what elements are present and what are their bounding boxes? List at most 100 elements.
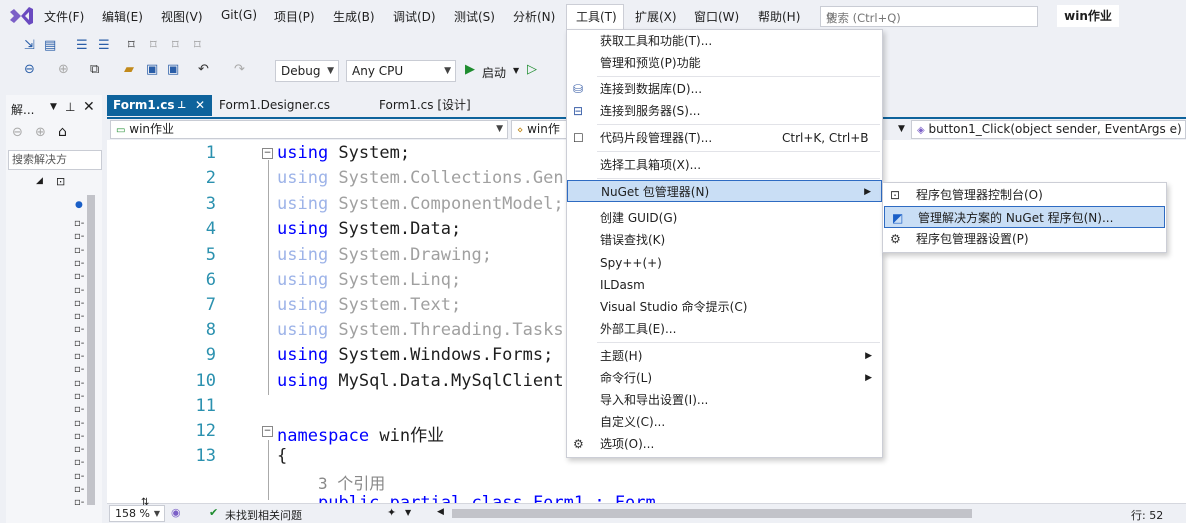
- menu-view[interactable]: 视图(V): [161, 8, 203, 25]
- start-play-icon[interactable]: ▶: [465, 62, 475, 78]
- scroll-left-icon[interactable]: ◀: [437, 507, 444, 517]
- menu-item-nuget[interactable]: NuGet 包管理器(N) ▶: [567, 180, 882, 202]
- tree-node-icon[interactable]: ▫-: [74, 431, 84, 442]
- tree-node-icon[interactable]: ▫-: [74, 391, 84, 402]
- menu-item-package-manager-console[interactable]: ⊡ 程序包管理器控制台(O): [883, 184, 1166, 206]
- chevron-down-icon[interactable]: ▼: [898, 124, 905, 134]
- codelens-references[interactable]: 3 个引用: [318, 470, 385, 494]
- new-project-icon[interactable]: ⧉: [90, 62, 99, 78]
- menu-analyze[interactable]: 分析(N): [513, 8, 555, 25]
- menu-item-ildasm[interactable]: ILDasm: [567, 274, 882, 296]
- configuration-select[interactable]: Debug ▼: [275, 60, 339, 82]
- bookmark-icon[interactable]: ⌑: [128, 38, 135, 54]
- back-icon[interactable]: ⊖: [12, 125, 23, 140]
- search-input[interactable]: 搜索 (Ctrl+Q) ⚲: [820, 6, 1038, 27]
- tree-node-icon[interactable]: ▫-: [74, 497, 84, 508]
- menu-build[interactable]: 生成(B): [333, 8, 375, 25]
- chevron-down-icon[interactable]: ▼: [405, 508, 411, 517]
- prev-bookmark-icon[interactable]: ⌑: [150, 38, 157, 54]
- platform-select[interactable]: Any CPU ▼: [346, 60, 456, 82]
- tree-node-icon[interactable]: ▫-: [74, 338, 84, 349]
- pin-icon[interactable]: ⊥: [177, 95, 186, 116]
- tree-node-icon[interactable]: ▫-: [74, 271, 84, 282]
- menu-tools[interactable]: 工具(T): [576, 8, 617, 25]
- start-without-debug-icon[interactable]: ▷: [527, 62, 537, 78]
- panel-menu-icon[interactable]: ▼: [50, 102, 57, 112]
- tree-node-icon[interactable]: ▫-: [74, 364, 84, 375]
- bookmark-list-icon[interactable]: ▤: [44, 38, 56, 54]
- menu-help[interactable]: 帮助(H): [758, 8, 800, 25]
- code-cleanup-icon[interactable]: ✦: [387, 506, 396, 519]
- class-nav-select[interactable]: ⋄ win作: [511, 120, 567, 139]
- close-icon[interactable]: ✕: [83, 99, 95, 115]
- menu-item-get-tools[interactable]: 获取工具和功能(T)...: [567, 30, 882, 52]
- left-scrollbar[interactable]: [87, 195, 95, 505]
- tree-node-icon[interactable]: ▫-: [74, 444, 84, 455]
- project-nav-select[interactable]: ▭ win作业 ▼: [110, 120, 508, 139]
- menu-item-customize[interactable]: 自定义(C)...: [567, 411, 882, 433]
- copilot-icon[interactable]: ◉: [171, 506, 181, 519]
- menu-item-manage-preview[interactable]: 管理和预览(P)功能: [567, 52, 882, 74]
- outdent-icon[interactable]: ☰: [98, 38, 110, 54]
- menu-item-connect-server[interactable]: ⊟ 连接到服务器(S)...: [567, 100, 882, 122]
- zoom-select[interactable]: 158 % ▼: [109, 505, 165, 522]
- save-icon[interactable]: ▣: [146, 62, 158, 78]
- menu-item-vs-command-prompt[interactable]: Visual Studio 命令提示(C): [567, 296, 882, 318]
- menu-extensions[interactable]: 扩展(X): [635, 8, 677, 25]
- collapse-icon[interactable]: −: [262, 426, 273, 437]
- menu-item-spy[interactable]: Spy++(+): [567, 252, 882, 274]
- tree-node-icon[interactable]: ▫-: [74, 351, 84, 362]
- forward-icon[interactable]: ⊕: [35, 125, 46, 140]
- tree-node-icon[interactable]: ▫-: [74, 311, 84, 322]
- tree-expand-icon[interactable]: ◢: [36, 176, 43, 186]
- collapse-icon[interactable]: −: [262, 148, 273, 159]
- visual-studio-logo-icon[interactable]: [8, 5, 34, 27]
- menu-test[interactable]: 测试(S): [454, 8, 495, 25]
- undo-icon[interactable]: ↶: [198, 62, 209, 78]
- tree-node-icon[interactable]: ▫-: [74, 404, 84, 415]
- close-icon[interactable]: ✕: [195, 95, 205, 116]
- menu-item-choose-toolbox[interactable]: 选择工具箱项(X)...: [567, 154, 882, 176]
- menu-item-import-export-settings[interactable]: 导入和导出设置(I)...: [567, 389, 882, 411]
- member-nav-select[interactable]: ◈ button1_Click(object sender, EventArgs…: [911, 120, 1186, 139]
- forward-icon[interactable]: ⊕: [58, 62, 69, 78]
- menu-item-options[interactable]: ⚙ 选项(O)...: [567, 433, 882, 455]
- tree-node-icon[interactable]: ▫-: [74, 457, 84, 468]
- tree-node-icon[interactable]: ▫-: [74, 298, 84, 309]
- tree-node-icon[interactable]: ▫-: [74, 285, 84, 296]
- next-bookmark-icon[interactable]: ⌑: [172, 38, 179, 54]
- menu-item-create-guid[interactable]: 创建 GUID(G): [567, 207, 882, 229]
- menu-item-manage-nuget-packages[interactable]: ◩ 管理解决方案的 NuGet 程序包(N)...: [884, 206, 1165, 228]
- menu-item-theme[interactable]: 主题(H) ▶: [567, 345, 882, 367]
- clear-bookmarks-icon[interactable]: ⌑: [194, 38, 201, 54]
- tree-node-icon[interactable]: ▫-: [74, 245, 84, 256]
- menu-item-command-line[interactable]: 命令行(L) ▶: [567, 367, 882, 389]
- tree-node-icon[interactable]: ▫-: [74, 378, 84, 389]
- save-all-icon[interactable]: ▣: [167, 62, 179, 78]
- tree-node-icon[interactable]: ▫-: [74, 231, 84, 242]
- back-icon[interactable]: ⊖: [24, 62, 35, 78]
- menu-git[interactable]: Git(G): [221, 8, 257, 22]
- menu-item-connect-database[interactable]: ⛁ 连接到数据库(D)...: [567, 78, 882, 100]
- solution-search-input[interactable]: 搜索解决方: [8, 150, 102, 170]
- menu-item-snippets-manager[interactable]: ☐ 代码片段管理器(T)... Ctrl+K, Ctrl+B: [567, 127, 882, 149]
- tree-node-icon[interactable]: ▫-: [74, 484, 84, 495]
- pin-icon[interactable]: ⊥: [65, 100, 75, 114]
- quick-action-icon[interactable]: ⇅: [141, 497, 149, 508]
- menu-item-package-manager-settings[interactable]: ⚙ 程序包管理器设置(P): [883, 228, 1166, 250]
- horizontal-scrollbar-thumb[interactable]: [452, 509, 972, 518]
- home-icon[interactable]: ⌂: [58, 124, 67, 140]
- menu-debug[interactable]: 调试(D): [393, 8, 436, 25]
- start-button-label[interactable]: 启动: [482, 64, 506, 81]
- tree-node-icon[interactable]: ▫-: [74, 258, 84, 269]
- menu-edit[interactable]: 编辑(E): [102, 8, 143, 25]
- menu-project[interactable]: 项目(P): [274, 8, 315, 25]
- redo-icon[interactable]: ↷: [234, 62, 245, 78]
- tree-node-icon[interactable]: ▫-: [74, 324, 84, 335]
- tree-node-icon[interactable]: ▫-: [74, 471, 84, 482]
- open-folder-icon[interactable]: ▰: [124, 62, 134, 78]
- menu-item-error-lookup[interactable]: 错误查找(K): [567, 229, 882, 251]
- tab-form1-design-view[interactable]: Form1.cs [设计]: [373, 95, 513, 116]
- indent-icon[interactable]: ☰: [76, 38, 88, 54]
- tree-node-icon[interactable]: ▫-: [74, 218, 84, 229]
